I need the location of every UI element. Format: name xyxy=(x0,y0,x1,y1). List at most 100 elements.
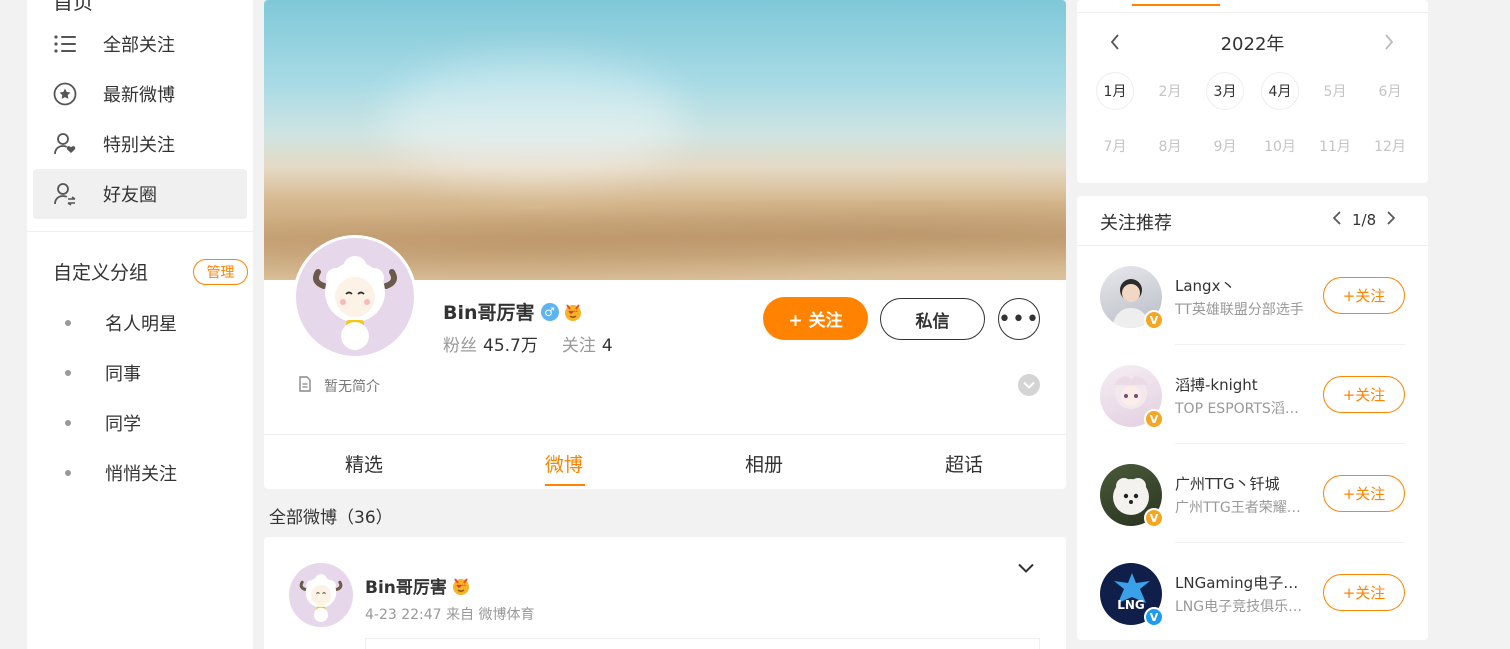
user-desc: TOP ESPORTS滔搏电竞 xyxy=(1175,401,1310,417)
month-dec: 12月 xyxy=(1374,139,1406,155)
follow-user-button[interactable]: +关注 xyxy=(1323,574,1405,611)
group-item[interactable]: 同事 xyxy=(33,348,247,398)
sidebar-item-label: 好友圈 xyxy=(103,185,157,206)
profile-bio: 暂无简介 xyxy=(298,376,380,396)
tab-featured[interactable]: 精选 xyxy=(345,450,383,477)
chevron-down-icon[interactable] xyxy=(1017,559,1035,578)
chevron-left-icon[interactable] xyxy=(1332,210,1342,230)
month-mar[interactable]: 3月 xyxy=(1206,72,1244,110)
bullet-icon xyxy=(65,470,71,476)
month-jan[interactable]: 1月 xyxy=(1096,72,1134,110)
post-card: Bin哥厉害 4-23 22:47 来自 微博体育 xyxy=(264,537,1066,649)
sidebar-divider xyxy=(27,231,253,232)
profile-avatar[interactable] xyxy=(293,235,417,359)
month-oct: 10月 xyxy=(1264,139,1296,155)
month-feb: 2月 xyxy=(1158,84,1182,100)
message-button[interactable]: 私信 xyxy=(880,298,985,340)
sidebar-item-all-following[interactable]: 全部关注 xyxy=(33,19,247,69)
verified-badge-icon: V xyxy=(1144,310,1164,330)
custom-group-title: 自定义分组 xyxy=(53,262,149,284)
star-circle-icon xyxy=(51,80,79,108)
profile-name-text: Bin哥厉害 xyxy=(443,302,535,324)
following-count[interactable]: 4 xyxy=(602,336,613,356)
sidebar-item-latest-weibo[interactable]: 最新微博 xyxy=(33,69,247,119)
post-avatar[interactable] xyxy=(289,563,353,627)
sidebar-item-label: 最新微博 xyxy=(103,85,175,106)
left-sidebar: 首页 全部关注 最新微博 特别关注 好友圈 自定义分组 管理 名人明星 同事 同… xyxy=(27,0,253,649)
chevron-right-icon[interactable] xyxy=(1383,33,1395,55)
group-item[interactable]: 名人明星 xyxy=(33,298,247,348)
sidebar-item-label: 全部关注 xyxy=(103,35,175,56)
user-friends-icon xyxy=(51,180,79,208)
group-item[interactable]: 同学 xyxy=(33,398,247,448)
group-label: 同事 xyxy=(105,364,141,385)
heart-eyes-emoji-icon xyxy=(451,576,471,596)
month-may: 5月 xyxy=(1323,84,1347,100)
post-author[interactable]: Bin哥厉害 xyxy=(365,573,471,598)
bullet-icon xyxy=(65,320,71,326)
fans-count[interactable]: 45.7万 xyxy=(483,336,538,356)
page-indicator: 1/8 xyxy=(1352,211,1377,229)
post-meta: 4-23 22:47 来自 微博体育 xyxy=(365,607,535,623)
user-name[interactable]: 滔搏-knight xyxy=(1175,374,1310,395)
user-name[interactable]: Langx丶 xyxy=(1175,275,1310,296)
active-tab-indicator xyxy=(545,484,585,486)
month-nov: 11月 xyxy=(1319,139,1351,155)
month-jun: 6月 xyxy=(1378,84,1402,100)
month-aug: 8月 xyxy=(1158,139,1182,155)
recommend-item: LNG V LNGaming电子竞技俱乐部 LNG电子竞技俱乐部官方 +关注 xyxy=(1077,543,1428,642)
calendar-card: 2022年 1月 2月 3月 4月 5月 6月 7月 8月 9月 10月 11月… xyxy=(1077,0,1428,183)
following-label: 关注 xyxy=(561,336,596,356)
fans-label: 粉丝 xyxy=(443,336,477,356)
sidebar-header: 首页 xyxy=(53,0,93,14)
user-desc: 广州TTG王者荣耀分部 xyxy=(1175,500,1310,516)
calendar-tab-indicator xyxy=(1132,4,1220,6)
expand-bio-icon[interactable] xyxy=(1018,374,1040,396)
recommend-item: V 滔搏-knight TOP ESPORTS滔搏电竞 +关注 xyxy=(1077,345,1428,444)
verified-badge-icon: V xyxy=(1144,607,1164,627)
follow-user-button[interactable]: +关注 xyxy=(1323,475,1405,512)
profile-stats: 粉丝 45.7万 关注 4 xyxy=(443,331,637,356)
sidebar-item-friends-circle[interactable]: 好友圈 xyxy=(33,169,247,219)
male-icon: ♂ xyxy=(540,302,559,321)
recommend-title: 关注推荐 xyxy=(1100,213,1172,234)
user-name[interactable]: 广州TTG丶钎城 xyxy=(1175,473,1310,494)
tab-super-topic[interactable]: 超话 xyxy=(945,450,983,477)
sidebar-item-special-follow[interactable]: 特别关注 xyxy=(33,119,247,169)
group-item[interactable]: 悄悄关注 xyxy=(33,448,247,498)
list-icon xyxy=(51,30,79,58)
user-name[interactable]: LNGaming电子竞技俱乐部 xyxy=(1175,572,1310,593)
month-apr[interactable]: 4月 xyxy=(1261,72,1299,110)
recommend-item: V 广州TTG丶钎城 广州TTG王者荣耀分部 +关注 xyxy=(1077,444,1428,543)
group-label: 同学 xyxy=(105,414,141,435)
heart-eyes-emoji-icon xyxy=(563,302,583,322)
chevron-right-icon[interactable] xyxy=(1386,210,1396,230)
chevron-left-icon[interactable] xyxy=(1109,33,1121,55)
user-desc: TT英雄联盟分部选手 xyxy=(1175,302,1304,318)
tabs-divider xyxy=(264,434,1066,435)
follow-button[interactable]: + 关注 xyxy=(763,297,868,340)
bullet-icon xyxy=(65,370,71,376)
tab-album[interactable]: 相册 xyxy=(745,450,783,477)
recommend-pager: 1/8 xyxy=(1332,210,1396,230)
sidebar-item-label: 特别关注 xyxy=(103,135,175,156)
cover-image xyxy=(264,0,1066,280)
document-icon xyxy=(298,376,312,396)
tab-weibo[interactable]: 微博 xyxy=(545,450,583,477)
bio-text: 暂无简介 xyxy=(324,379,380,395)
all-posts-label[interactable]: 全部微博（36） xyxy=(269,503,393,528)
user-desc: LNG电子竞技俱乐部官方 xyxy=(1175,599,1310,615)
follow-user-button[interactable]: +关注 xyxy=(1323,376,1405,413)
post-author-name[interactable]: Bin哥厉害 xyxy=(365,573,447,598)
manage-groups-button[interactable]: 管理 xyxy=(193,259,248,285)
user-heart-icon xyxy=(51,130,79,158)
month-sep: 9月 xyxy=(1213,139,1237,155)
calendar-year: 2022年 xyxy=(1220,34,1285,55)
group-label: 悄悄关注 xyxy=(105,464,177,485)
calendar-tab-divider xyxy=(1077,12,1428,13)
follow-recommendations: 关注推荐 1/8 V Langx丶 TT英雄联盟分部选手 +关注 V 滔搏-kn… xyxy=(1077,196,1428,640)
more-button[interactable]: ••• xyxy=(998,298,1040,340)
post-content-box xyxy=(365,638,1040,649)
follow-user-button[interactable]: +关注 xyxy=(1323,277,1405,314)
group-label: 名人明星 xyxy=(105,314,177,335)
